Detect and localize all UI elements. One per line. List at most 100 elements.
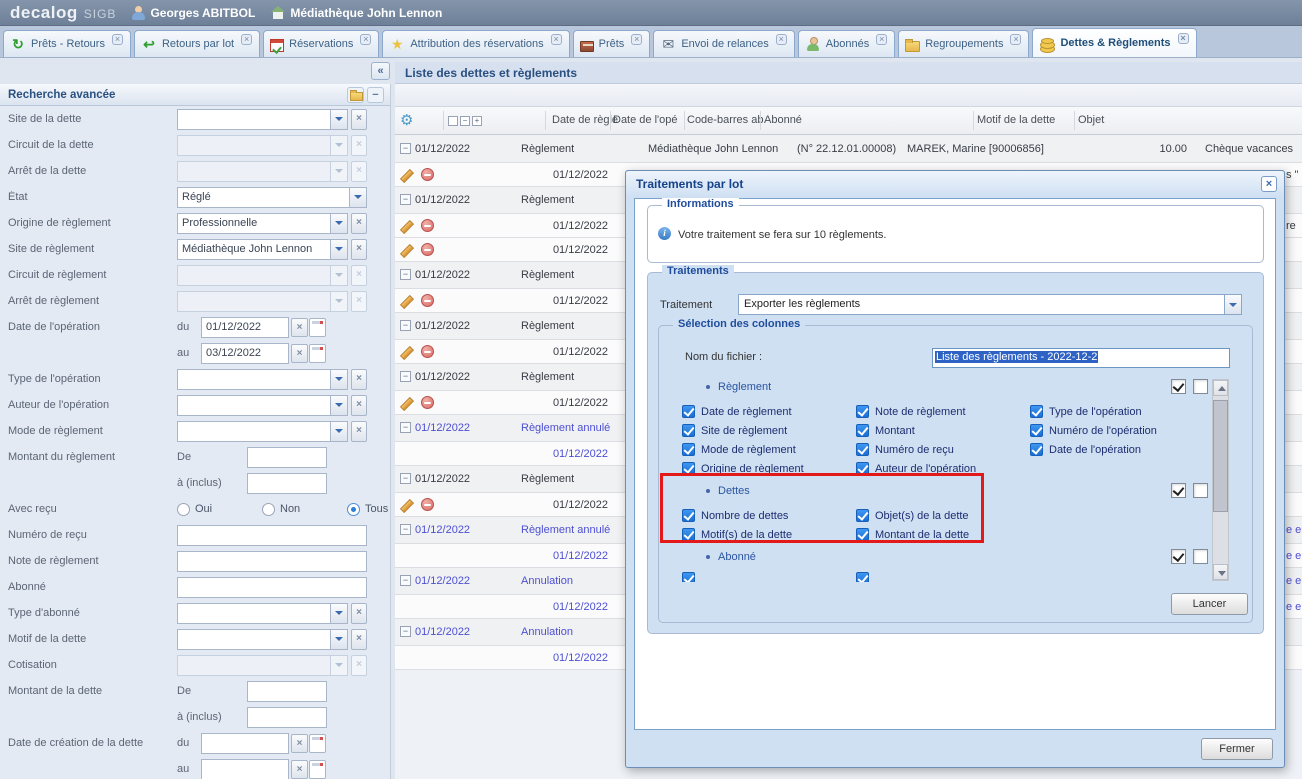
select-input[interactable]	[177, 603, 331, 624]
column-header[interactable]: Motif de la dette	[977, 114, 1055, 126]
chevron-down-icon[interactable]	[331, 239, 348, 260]
checkbox-checked-icon[interactable]	[682, 405, 695, 418]
scroll-thumb[interactable]	[1213, 400, 1228, 512]
cancel-icon[interactable]	[421, 498, 434, 511]
clear-field-icon[interactable]: ×	[351, 655, 367, 676]
close-icon[interactable]: ×	[1261, 176, 1277, 192]
clear-field-icon[interactable]: ×	[351, 421, 367, 442]
collapse-row-icon[interactable]: −	[400, 371, 411, 382]
radio-option[interactable]: Non	[262, 503, 347, 516]
column-header[interactable]: Date de règle	[552, 114, 618, 126]
tab[interactable]: Regroupements ×	[898, 30, 1029, 57]
collapse-row-icon[interactable]: −	[400, 473, 411, 484]
clear-date-icon[interactable]: ×	[291, 318, 308, 337]
collapse-row-icon[interactable]: −	[400, 194, 411, 205]
select-input[interactable]	[177, 265, 331, 286]
column-checkbox-item[interactable]: Montant	[856, 421, 976, 440]
clear-date-icon[interactable]: ×	[291, 344, 308, 363]
chevron-down-icon[interactable]	[1225, 294, 1242, 315]
tab-close-icon[interactable]: ×	[631, 34, 642, 45]
radio-icon[interactable]	[262, 503, 275, 516]
amount-input[interactable]	[247, 681, 327, 702]
cancel-icon[interactable]	[421, 243, 434, 256]
close-button[interactable]: Fermer	[1201, 738, 1273, 760]
settings-gear-icon[interactable]: ⚙	[400, 111, 413, 129]
edit-icon[interactable]	[399, 395, 415, 411]
chevron-down-icon[interactable]	[331, 291, 348, 312]
clear-field-icon[interactable]: ×	[351, 109, 367, 130]
clear-field-icon[interactable]: ×	[351, 603, 367, 624]
calendar-icon[interactable]	[309, 344, 326, 363]
select-input[interactable]	[177, 369, 331, 390]
collapse-row-icon[interactable]: −	[400, 575, 411, 586]
cancel-icon[interactable]	[421, 396, 434, 409]
tab[interactable]: Prêts ×	[573, 30, 651, 57]
column-checkbox-item[interactable]: Site de règlement	[682, 421, 804, 440]
chevron-down-icon[interactable]	[331, 369, 348, 390]
collapse-row-icon[interactable]: −	[400, 524, 411, 535]
collapse-sidebar-button[interactable]: «	[371, 62, 390, 80]
calendar-icon[interactable]	[309, 760, 326, 779]
text-input[interactable]	[177, 551, 367, 572]
collapse-row-icon[interactable]: −	[400, 269, 411, 280]
checkbox-checked-icon[interactable]	[856, 424, 869, 437]
chevron-down-icon[interactable]	[331, 629, 348, 650]
column-checkbox-item[interactable]: Note de règlement	[856, 402, 976, 421]
chevron-down-icon[interactable]	[350, 187, 367, 208]
amount-input[interactable]	[247, 707, 327, 728]
edit-icon[interactable]	[399, 344, 415, 360]
column-checkbox-item[interactable]: Mode de règlement	[682, 440, 804, 459]
column-header[interactable]: Abonné	[764, 114, 802, 126]
scroll-up-icon[interactable]	[1213, 380, 1228, 396]
uncheck-all-icon[interactable]	[1193, 483, 1208, 498]
checkbox-checked-icon[interactable]	[856, 405, 869, 418]
check-all-icon[interactable]	[1171, 483, 1186, 498]
uncheck-all-icon[interactable]	[1193, 379, 1208, 394]
clear-field-icon[interactable]: ×	[351, 161, 367, 182]
column-checkbox-item[interactable]: Numéro de l'opération	[1030, 421, 1157, 440]
checkbox-checked-icon[interactable]	[1030, 405, 1043, 418]
text-input[interactable]	[177, 577, 367, 598]
chevron-down-icon[interactable]	[331, 213, 348, 234]
column-checkbox-item[interactable]: Date de règlement	[682, 402, 804, 421]
edit-icon[interactable]	[399, 218, 415, 234]
cancel-icon[interactable]	[421, 219, 434, 232]
clear-field-icon[interactable]: ×	[351, 265, 367, 286]
select-input[interactable]: Médiathèque John Lennon	[177, 239, 331, 260]
date-input[interactable]: 01/12/2022	[201, 317, 289, 338]
scrollbar[interactable]	[1212, 379, 1229, 581]
select-input[interactable]	[177, 421, 331, 442]
checkbox-checked-icon[interactable]	[1030, 443, 1043, 456]
radio-option[interactable]: Oui	[177, 503, 262, 516]
folder-icon[interactable]	[347, 87, 364, 103]
minimize-panel-button[interactable]: −	[367, 87, 384, 103]
checkbox-checked-icon[interactable]	[1030, 424, 1043, 437]
select-input[interactable]: Réglé	[177, 187, 350, 208]
column-checkbox-item[interactable]: Numéro de reçu	[856, 440, 976, 459]
tab[interactable]: Réservations ×	[263, 30, 379, 57]
collapse-row-icon[interactable]: −	[400, 320, 411, 331]
tab[interactable]: Dettes & Règlements ×	[1032, 28, 1196, 57]
clear-field-icon[interactable]: ×	[351, 369, 367, 390]
cancel-icon[interactable]	[421, 345, 434, 358]
clear-field-icon[interactable]: ×	[351, 213, 367, 234]
tab[interactable]: Prêts - Retours ×	[3, 30, 131, 57]
checkbox-checked-icon[interactable]	[856, 443, 869, 456]
chevron-down-icon[interactable]	[331, 655, 348, 676]
tab-close-icon[interactable]: ×	[876, 34, 887, 45]
column-checkbox-item[interactable]: Type de l'opération	[1030, 402, 1157, 421]
chevron-down-icon[interactable]	[331, 603, 348, 624]
uncheck-all-icon[interactable]	[1193, 549, 1208, 564]
check-all-icon[interactable]	[1171, 549, 1186, 564]
select-input[interactable]	[177, 655, 331, 676]
radio-icon[interactable]	[347, 503, 360, 516]
select-input[interactable]	[177, 135, 331, 156]
clear-date-icon[interactable]: ×	[291, 760, 308, 779]
tab-close-icon[interactable]: ×	[1010, 34, 1021, 45]
radio-icon[interactable]	[177, 503, 190, 516]
date-input[interactable]: 03/12/2022	[201, 343, 289, 364]
tab-close-icon[interactable]: ×	[1178, 33, 1189, 44]
clear-field-icon[interactable]: ×	[351, 239, 367, 260]
date-input[interactable]	[201, 733, 289, 754]
collapse-row-icon[interactable]: −	[400, 626, 411, 637]
